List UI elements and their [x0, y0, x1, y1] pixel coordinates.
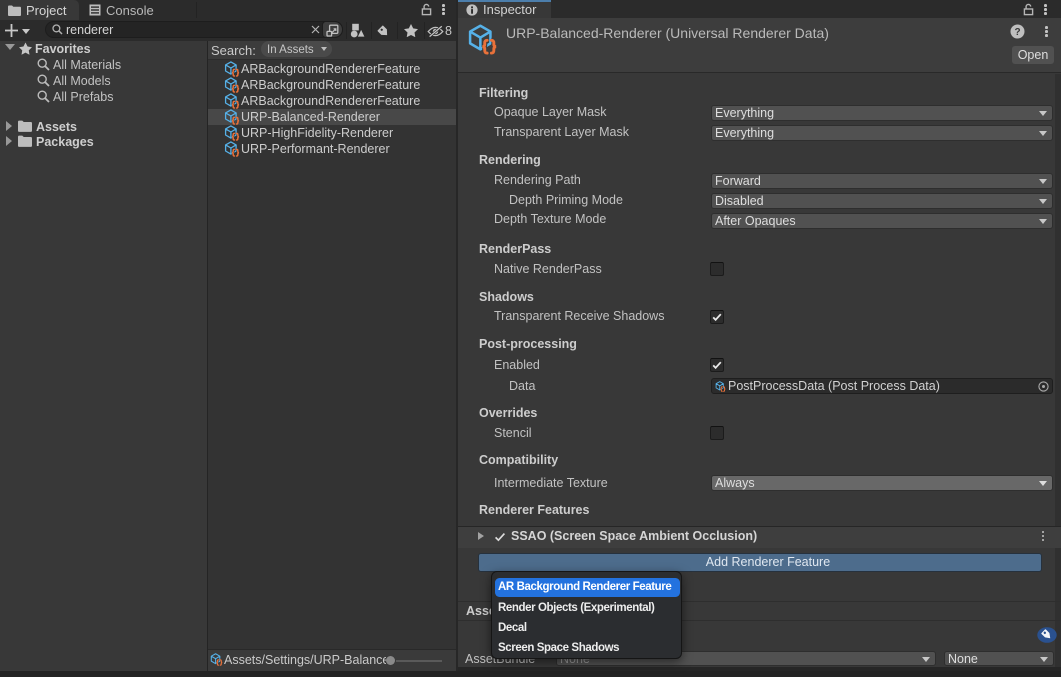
- svg-text:?: ?: [1014, 27, 1020, 38]
